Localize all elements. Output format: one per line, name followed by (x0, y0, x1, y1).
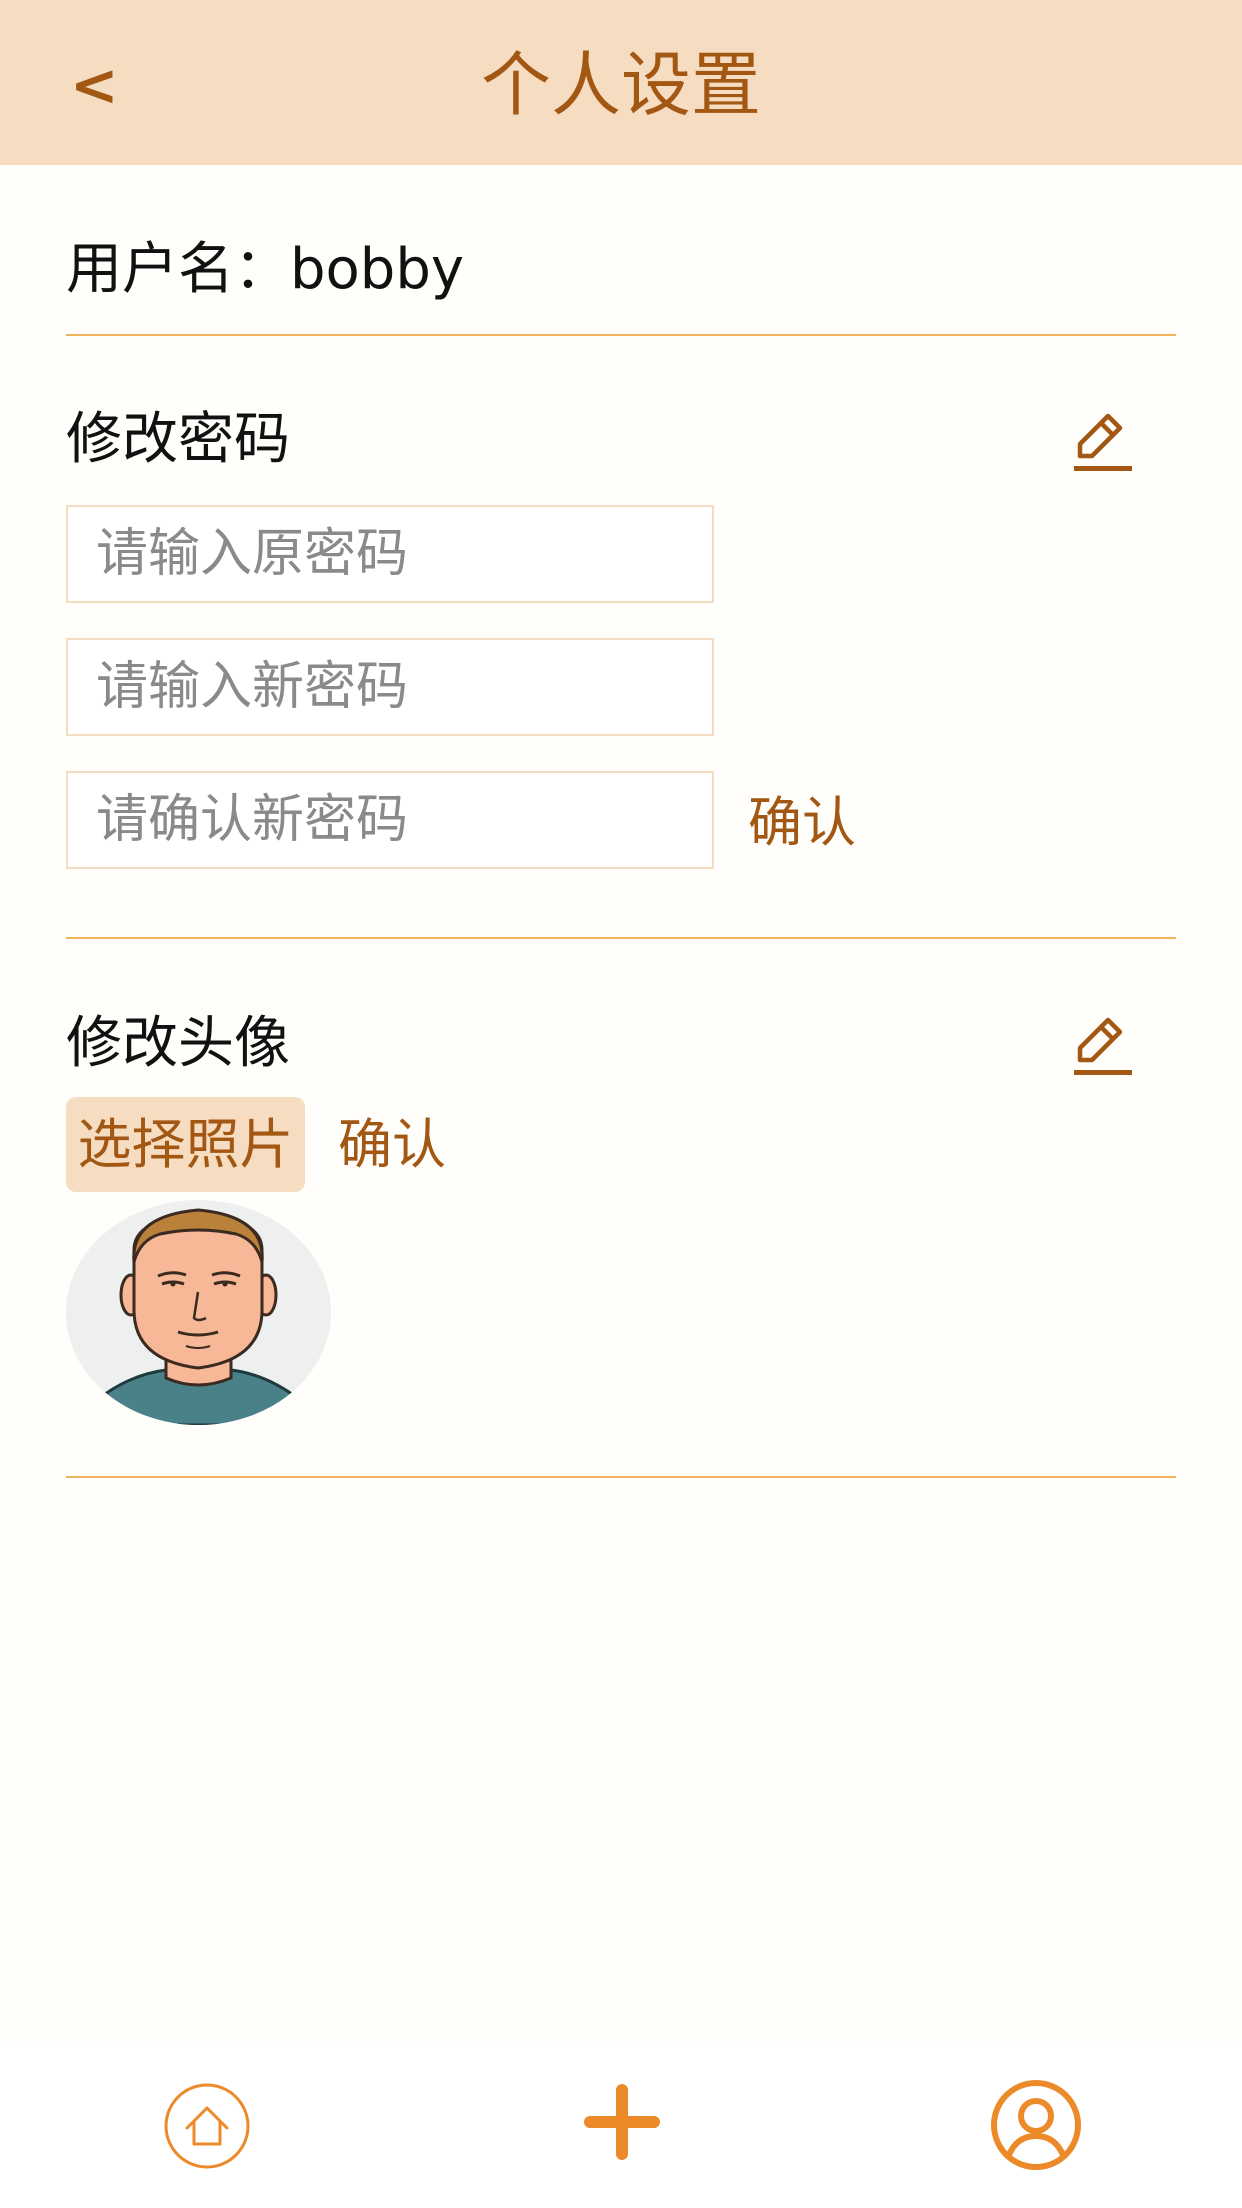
password-section-title: 修改密码 (66, 407, 290, 472)
confirm-password-input[interactable] (66, 771, 714, 869)
new-password-input[interactable] (66, 638, 714, 736)
home-icon[interactable] (163, 2082, 251, 2170)
choose-photo-button[interactable]: 选择照片 (66, 1097, 305, 1192)
avatar-section-title: 修改头像 (66, 1011, 290, 1076)
username-value: bobby (290, 237, 465, 302)
avatar-confirm-button[interactable]: 确认 (338, 1105, 446, 1185)
avatar (66, 1200, 331, 1425)
page-title: 个人设置 (481, 44, 761, 126)
avatar-image (89, 1208, 308, 1425)
bottom-tab-bar (0, 2042, 1242, 2208)
pencil-icon[interactable] (1072, 410, 1134, 476)
username-row: 用户名：bobby (66, 230, 464, 310)
divider (66, 334, 1176, 336)
password-confirm-button[interactable]: 确认 (748, 783, 856, 863)
old-password-input[interactable] (66, 505, 714, 603)
pencil-icon[interactable] (1072, 1014, 1134, 1080)
divider (66, 1476, 1176, 1478)
header-bar: < 个人设置 (0, 0, 1242, 165)
divider (66, 937, 1176, 939)
user-icon[interactable] (989, 2078, 1083, 2172)
plus-icon[interactable] (580, 2080, 664, 2164)
username-label: 用户名： (66, 237, 290, 302)
